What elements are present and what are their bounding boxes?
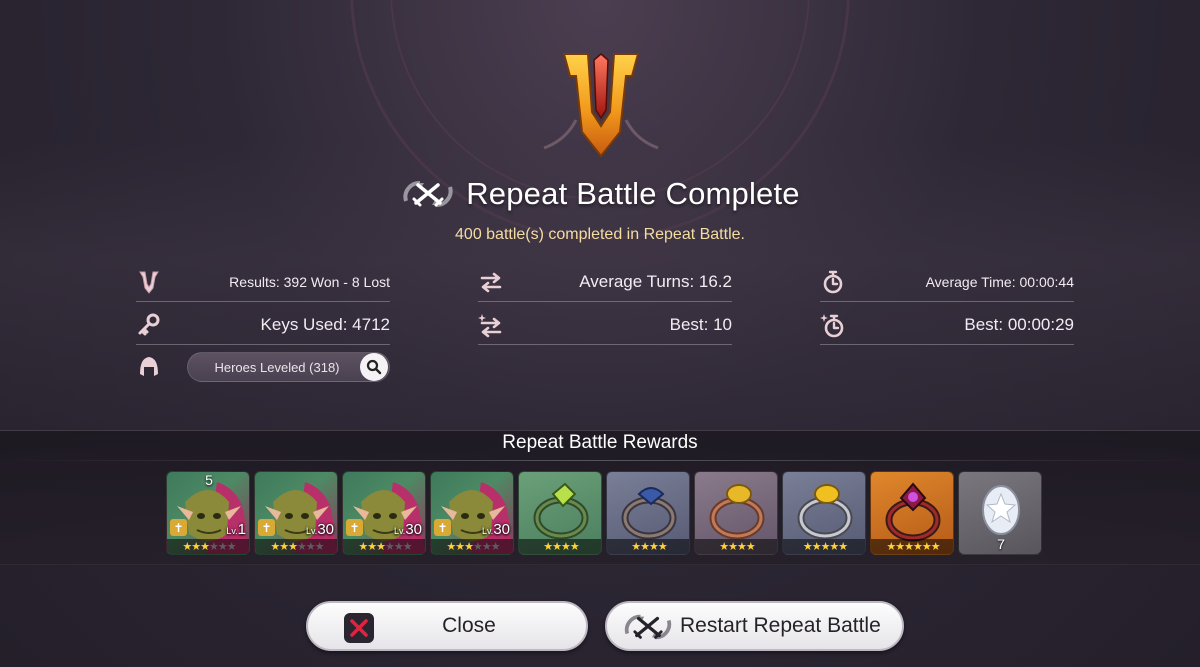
key-icon: [138, 313, 160, 335]
reward-ring-tile[interactable]: ★★★★: [518, 471, 602, 555]
reward-hero-tile[interactable]: ✝ Lv.30 ★★★ ★★★: [430, 471, 514, 555]
title-row: Repeat Battle Complete: [0, 172, 1200, 216]
hero-level: Lv.30: [482, 521, 510, 538]
star-rating: ★★★★★★: [871, 539, 953, 554]
reward-ring-tile[interactable]: ★★★★: [606, 471, 690, 555]
swap-arrows-icon: [480, 272, 502, 292]
stopwatch-sparkle-icon: [820, 313, 844, 337]
stopwatch-icon: [823, 270, 843, 293]
stat-average-turns: Average Turns: 16.2: [478, 262, 732, 302]
hero-level-prefix: Lv.: [305, 526, 318, 536]
reward-count: 7: [997, 536, 1005, 552]
average-time-text: Average Time: 00:00:44: [925, 273, 1074, 290]
reward-count: 5: [205, 472, 213, 488]
stat-best-turns: Best: 10: [478, 305, 732, 345]
star-rating: ★★★★: [695, 539, 777, 554]
hero-level: Lv.30: [394, 521, 422, 538]
rewards-title: Repeat Battle Rewards: [502, 432, 698, 453]
reward-ring-tile[interactable]: ★★★★: [694, 471, 778, 555]
hero-level-value: 1: [237, 521, 246, 538]
repeat-battle-swords-icon: [403, 181, 453, 207]
reward-egg-tile[interactable]: 7: [958, 471, 1042, 555]
reward-hero-tile[interactable]: 5 ✝ Lv.1 ★★★ ★★★: [166, 471, 250, 555]
class-icon: ✝: [258, 519, 275, 536]
rewards-divider: [0, 460, 1200, 461]
stat-results: Results: 392 Won - 8 Lost: [136, 262, 390, 302]
star-rating: ★★★★★★: [167, 539, 249, 554]
stat-average-time: Average Time: 00:00:44: [820, 262, 1074, 302]
keys-used-text: Keys Used: 4712: [260, 314, 390, 334]
reward-ring-tile[interactable]: ★★★★★★: [870, 471, 954, 555]
heroes-leveled-label: Heroes Leveled (318): [214, 359, 340, 375]
hero-level-prefix: Lv.: [393, 526, 406, 536]
helmet-icon: [140, 357, 158, 376]
stat-best-time: Best: 00:00:29: [820, 305, 1074, 345]
star-rating: ★★★★★★: [343, 539, 425, 554]
star-rating: ★★★★: [607, 539, 689, 554]
battle-count-subtitle: 400 battle(s) completed in Repeat Battle…: [455, 226, 745, 243]
victory-v-emblem-icon: [543, 53, 659, 158]
hero-level-value: 30: [405, 521, 422, 538]
hero-level-prefix: Lv.: [226, 526, 238, 536]
search-icon: [366, 359, 382, 375]
page-title: Repeat Battle Complete: [466, 176, 800, 211]
stat-keys-used: Keys Used: 4712: [136, 305, 390, 345]
star-rating: ★★★★★★: [431, 539, 513, 554]
results-text: Results: 392 Won - 8 Lost: [229, 273, 390, 290]
heroes-leveled-pill[interactable]: Heroes Leveled (318): [187, 352, 390, 382]
best-turns-text: Best: 10: [669, 314, 732, 334]
reward-ring-tile[interactable]: ★★★★★: [782, 471, 866, 555]
search-button[interactable]: [360, 353, 388, 381]
star-rating: ★★★★★: [783, 539, 865, 554]
class-icon: ✝: [346, 519, 363, 536]
class-icon: ✝: [434, 519, 451, 536]
average-turns-text: Average Turns: 16.2: [579, 271, 732, 291]
class-icon: ✝: [170, 519, 187, 536]
hero-level-value: 30: [317, 521, 334, 538]
v-shield-icon: [139, 271, 159, 294]
repeat-battle-swords-icon: [624, 614, 672, 640]
close-button[interactable]: Close: [306, 601, 588, 651]
hero-level: Lv.30: [306, 521, 334, 538]
restart-repeat-battle-button[interactable]: Restart Repeat Battle: [605, 601, 904, 651]
reward-hero-tile[interactable]: ✝ Lv.30 ★★★ ★★★: [342, 471, 426, 555]
hero-level-value: 30: [493, 521, 510, 538]
hero-level: Lv.1: [226, 521, 246, 538]
rewards-list: 5 ✝ Lv.1 ★★★ ★★★ ✝ Lv.30 ★★★ ★★★ ✝ Lv.30 ★…: [166, 471, 1042, 555]
star-rating: ★★★★★★: [255, 539, 337, 554]
best-time-text: Best: 00:00:29: [964, 314, 1074, 334]
close-icon: [344, 613, 374, 643]
swap-arrows-sparkle-icon: [478, 313, 502, 337]
star-rating: ★★★★: [519, 539, 601, 554]
hero-level-prefix: Lv.: [481, 526, 494, 536]
reward-hero-tile[interactable]: ✝ Lv.30 ★★★ ★★★: [254, 471, 338, 555]
